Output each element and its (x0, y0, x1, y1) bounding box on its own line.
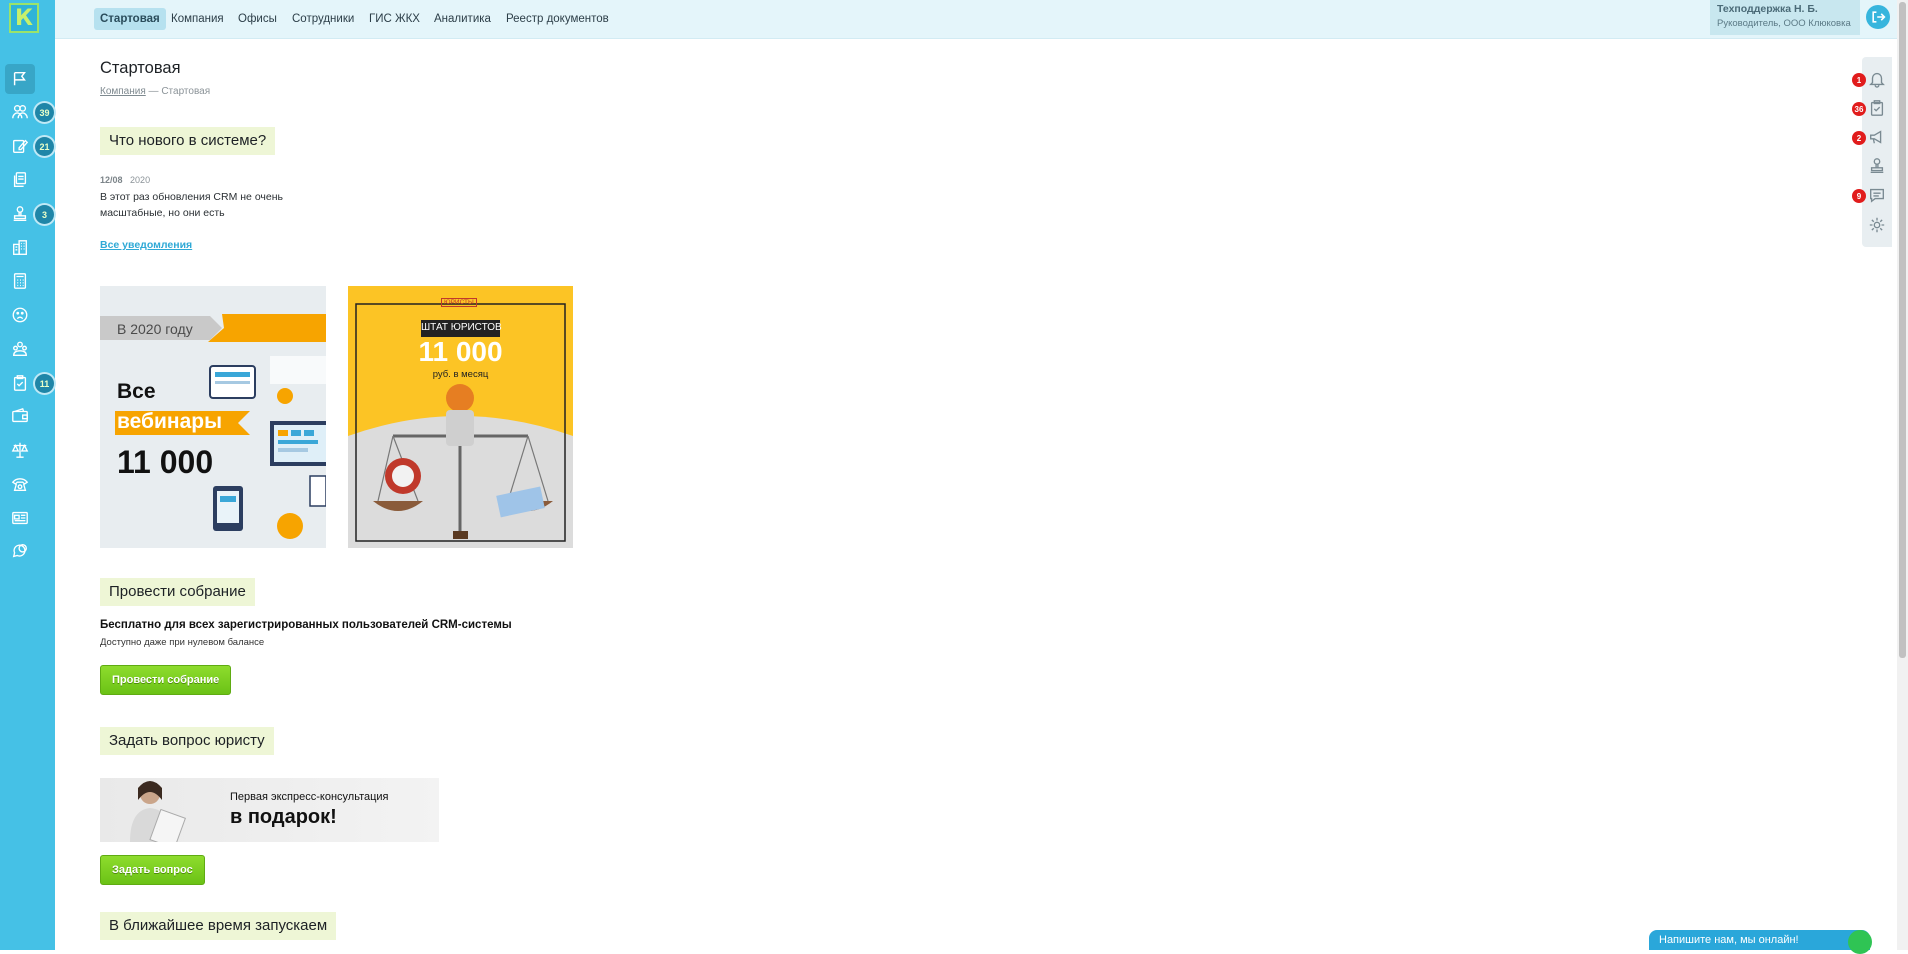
all-notifications-link[interactable]: Все уведомления (100, 239, 192, 251)
chat-icon (12, 544, 27, 558)
webinars-line1: Все (117, 380, 156, 403)
breadcrumb-separator: — (148, 86, 159, 97)
logo-letter: К (15, 5, 33, 31)
building-icon (13, 240, 27, 255)
sidebar-item-legal[interactable] (5, 435, 35, 465)
clipboard-check-icon[interactable] (1868, 99, 1886, 117)
sidebar-item-dispatch[interactable] (5, 469, 35, 499)
consultation-banner[interactable]: Первая экспресс-консультация в подарок! (100, 778, 439, 842)
lawyers-per-month: руб. в месяц (432, 369, 489, 380)
user-role: Руководитель, ООО Клюковка (1717, 18, 1851, 29)
documents-icon (13, 172, 27, 187)
smiley-icon (12, 307, 28, 323)
lawyers-banner[interactable]: ЮРИСТЫ ШТАТ ЮРИСТОВ 11 000 руб. в месяц (348, 286, 573, 548)
message-icon[interactable] (1868, 186, 1886, 204)
sidebar-item-owners[interactable] (5, 97, 35, 127)
megaphone-icon[interactable] (1868, 128, 1886, 146)
page-title: Стартовая (100, 59, 181, 77)
phone-icon (11, 478, 29, 491)
sidebar-badge-owners: 39 (35, 103, 54, 122)
nav-offices[interactable]: Офисы (232, 8, 283, 30)
sidebar-item-finance[interactable] (5, 401, 35, 431)
sidebar-item-buildings[interactable] (5, 233, 35, 263)
sidebar: К 39 21 3 11 (0, 0, 55, 950)
flag-icon (13, 71, 26, 86)
webinars-price: 11 000 (117, 444, 214, 480)
meeting-heading: Провести собрание (100, 578, 255, 606)
breadcrumb-link-company[interactable]: Компания (100, 86, 146, 97)
stamp-icon[interactable] (1868, 157, 1886, 175)
announcements-badge: 2 (1852, 131, 1866, 145)
tasks-badge: 36 (1852, 102, 1866, 116)
nav-company[interactable]: Компания (165, 8, 230, 30)
news-date-day: 12/08 (100, 175, 123, 185)
sidebar-item-documents[interactable] (5, 165, 35, 195)
coming-soon-heading: В ближайшее время запускаем (100, 912, 337, 940)
sidebar-item-requests[interactable] (5, 131, 35, 161)
user-name: Техподдержка Н. Б. (1717, 3, 1818, 15)
ask-lawyer-heading: Задать вопрос юристу (100, 727, 274, 755)
nav-gis-zhkh[interactable]: ГИС ЖКХ (363, 8, 426, 30)
chat-label: Напишите нам, мы онлайн! (1659, 934, 1799, 946)
sidebar-item-staff[interactable] (5, 334, 35, 364)
sidebar-badge-requests: 21 (35, 137, 54, 156)
sidebar-item-chat[interactable] (5, 536, 35, 566)
sidebar-item-meetings[interactable] (5, 199, 35, 229)
people-icon (12, 105, 28, 119)
sidebar-item-calculations[interactable] (5, 266, 35, 296)
webinars-year-text: В 2020 году (117, 321, 193, 337)
webinars-line2: вебинары (117, 410, 223, 433)
consultation-line1: Первая экспресс-консультация (230, 791, 389, 803)
calculator-icon (13, 273, 27, 289)
consultation-illustration (130, 781, 186, 842)
stamp-icon (13, 206, 27, 221)
meeting-free-text: Бесплатно для всех зарегистрированных по… (100, 619, 512, 631)
clipboard-icon (13, 375, 27, 391)
news-text: В этот раз обновления CRM не очень масшт… (100, 191, 284, 219)
edit-icon (13, 139, 29, 153)
nav-documents-registry[interactable]: Реестр документов (500, 8, 615, 30)
news-date: 12/08 2020 (100, 175, 150, 185)
lawyers-brand: ЮРИСТЫ (441, 298, 477, 307)
sidebar-item-complaints[interactable] (5, 300, 35, 330)
webinars-banner[interactable]: В 2020 году Все вебинары 11 000 (100, 286, 326, 548)
nav-start[interactable]: Стартовая (94, 8, 166, 30)
sidebar-item-cards[interactable] (5, 503, 35, 533)
logout-button[interactable] (1866, 5, 1890, 29)
nav-analytics[interactable]: Аналитика (428, 8, 497, 30)
online-chat-widget[interactable]: Напишите нам, мы онлайн! (1649, 930, 1870, 950)
card-icon (12, 511, 28, 525)
news-heading: Что нового в системе? (100, 127, 276, 155)
scales-icon (11, 442, 29, 458)
notifications-badge: 1 (1852, 73, 1866, 87)
logo[interactable]: К (9, 3, 39, 33)
scrollbar-thumb[interactable] (1899, 2, 1906, 658)
breadcrumb: Компания — Стартовая (100, 86, 210, 97)
sidebar-item-tasks[interactable] (5, 368, 35, 398)
settings-icon[interactable] (1868, 216, 1886, 234)
sidebar-item-start[interactable] (5, 64, 35, 94)
group-icon (13, 341, 27, 356)
user-profile[interactable]: Техподдержка Н. Б. Руководитель, ООО Клю… (1710, 0, 1860, 35)
lawyers-title: ШТАТ ЮРИСТОВ (421, 322, 502, 333)
nav-employees[interactable]: Сотрудники (286, 8, 360, 30)
sidebar-badge-tasks: 11 (35, 374, 54, 393)
bell-icon[interactable] (1868, 70, 1886, 88)
chat-online-indicator[interactable] (1848, 930, 1872, 954)
ask-question-button[interactable]: Задать вопрос (100, 855, 205, 885)
hold-meeting-button[interactable]: Провести собрание (100, 665, 232, 695)
wallet-icon (12, 407, 28, 423)
consultation-line2: в подарок! (230, 806, 337, 828)
news-date-year: 2020 (130, 175, 151, 185)
logout-icon (1872, 11, 1886, 23)
breadcrumb-current: Стартовая (161, 86, 211, 97)
meeting-note: Доступно даже при нулевом балансе (100, 637, 265, 648)
messages-badge: 9 (1852, 189, 1866, 203)
sidebar-badge-meetings: 3 (35, 205, 54, 224)
lawyers-price: 11 000 (418, 336, 503, 367)
